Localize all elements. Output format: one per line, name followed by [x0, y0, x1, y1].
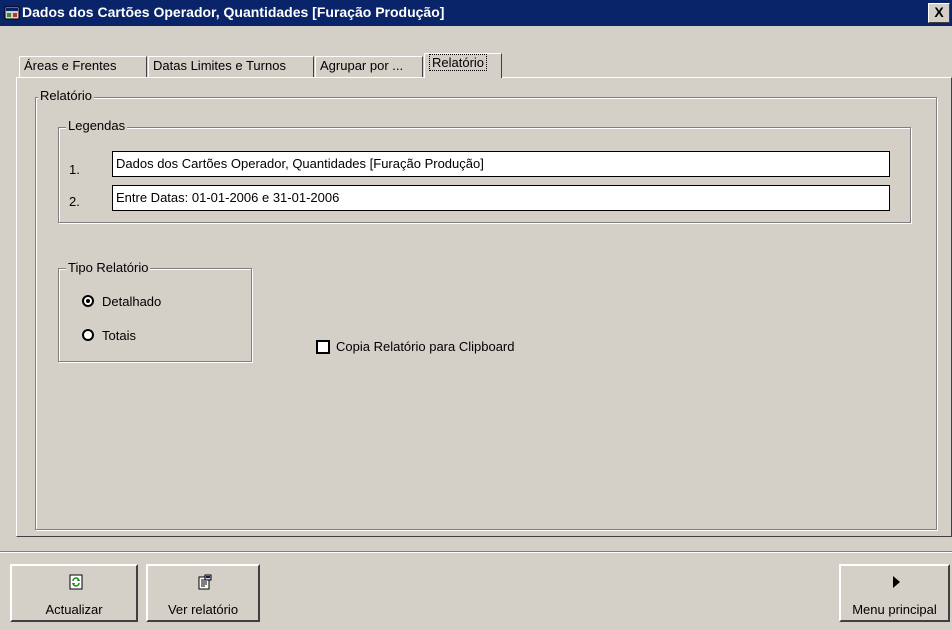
tab-datas-limites-turnos[interactable]: Datas Limites e Turnos — [148, 56, 314, 78]
view-report-button[interactable]: Ver relatório — [146, 564, 260, 622]
radio-totais-label: Totais — [102, 328, 136, 343]
update-button-label: Actualizar — [45, 602, 103, 617]
radio-selected-dot — [86, 299, 90, 303]
tab-label: Datas Limites e Turnos — [153, 58, 286, 73]
close-button[interactable]: X — [928, 3, 950, 23]
tab-agrupar-por[interactable]: Agrupar por ... — [315, 56, 423, 78]
legend-line-2-value: Entre Datas: 01-01-2006 e 31-01-2006 — [116, 190, 340, 205]
radio-detalhado-circle[interactable] — [82, 295, 94, 307]
radio-detalhado-label: Detalhado — [102, 294, 162, 309]
bottom-separator — [0, 551, 952, 553]
radio-detalhado[interactable]: Detalhado — [82, 294, 202, 310]
tab-label: Agrupar por ... — [320, 58, 404, 73]
close-icon: X — [934, 4, 944, 20]
tab-label: Relatório — [429, 54, 488, 71]
update-button[interactable]: Actualizar — [10, 564, 138, 622]
report-group-label: Relatório — [38, 88, 95, 103]
legend-line-1-value: Dados dos Cartões Operador, Quantidades … — [116, 156, 484, 171]
app-window-icon — [4, 6, 20, 20]
report-type-group-label: Tipo Relatório — [66, 260, 151, 275]
legend-line-1-field[interactable]: Dados dos Cartões Operador, Quantidades … — [112, 151, 890, 177]
legend-line-2-field[interactable]: Entre Datas: 01-01-2006 e 31-01-2006 — [112, 185, 890, 211]
refresh-icon — [69, 574, 83, 590]
legend-number-1: 1. — [69, 162, 80, 177]
tab-areas-frentes[interactable]: Áreas e Frentes — [19, 56, 147, 78]
view-report-button-label: Ver relatório — [167, 602, 239, 617]
window-title: Dados dos Cartões Operador, Quantidades … — [22, 4, 445, 20]
radio-totais[interactable]: Totais — [82, 328, 202, 344]
legends-group-label: Legendas — [66, 118, 128, 133]
radio-totais-circle[interactable] — [82, 329, 94, 341]
copy-to-clipboard-checkbox[interactable] — [316, 340, 330, 354]
copy-to-clipboard-option[interactable]: Copia Relatório para Clipboard — [316, 339, 556, 355]
title-bar[interactable]: Dados dos Cartões Operador, Quantidades … — [0, 0, 952, 26]
tab-label: Áreas e Frentes — [24, 58, 117, 73]
play-arrow-icon — [893, 576, 900, 588]
legend-number-2: 2. — [69, 194, 80, 209]
report-type-group — [58, 268, 252, 362]
main-menu-button[interactable]: Menu principal — [839, 564, 950, 622]
report-icon — [198, 574, 212, 590]
main-menu-button-label: Menu principal — [852, 602, 937, 617]
copy-to-clipboard-label: Copia Relatório para Clipboard — [336, 339, 515, 354]
tab-relatorio[interactable]: Relatório — [424, 53, 502, 78]
